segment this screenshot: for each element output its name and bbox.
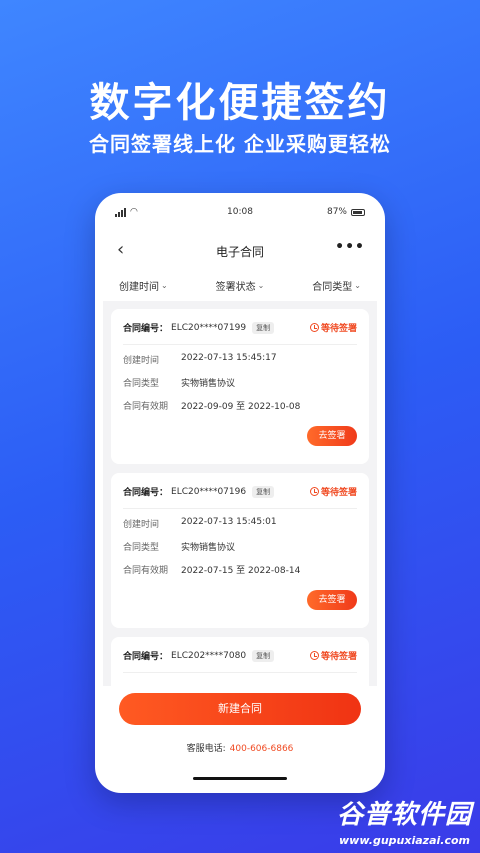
filter-label: 签署状态 <box>215 281 256 293</box>
created-value: 2022-07-13 15:45:01 <box>181 517 277 527</box>
chevron-down-icon: ⌄ <box>354 280 361 290</box>
nav-bar: ‹ 电子合同 ••• <box>95 235 385 265</box>
copy-button[interactable]: 复制 <box>252 321 275 334</box>
copy-button[interactable]: 复制 <box>252 485 275 498</box>
status-text: 等待签署 <box>320 324 357 334</box>
contract-no-label: 合同编号： <box>123 652 169 662</box>
divider <box>123 672 357 673</box>
sign-button[interactable]: 去签署 <box>307 590 357 610</box>
type-value: 实物销售协议 <box>181 379 236 389</box>
copy-button[interactable]: 复制 <box>252 649 275 662</box>
service-label: 客服电话: <box>186 744 226 754</box>
home-indicator <box>193 777 287 780</box>
validity-value: 2022-09-09 至 2022-10-08 <box>181 402 301 412</box>
created-value: 2022-07-13 15:45:17 <box>181 353 277 363</box>
type-label: 合同类型 <box>123 379 160 389</box>
contract-no-label: 合同编号： <box>123 324 169 334</box>
more-icon[interactable]: ••• <box>335 239 365 255</box>
type-label: 合同类型 <box>123 543 160 553</box>
filter-created-time[interactable]: 创建时间 ⌄ <box>119 275 168 295</box>
hero-subtitle: 合同签署线上化 企业采购更轻松 <box>89 132 391 156</box>
contract-no: ELC202****7080 <box>171 650 247 661</box>
contract-no-label: 合同编号： <box>123 488 169 498</box>
service-phone: 客服电话: 400-606-6866 <box>95 741 385 754</box>
contract-card[interactable]: 合同编号： ELC20****07199 复制 等待签署 创建时间 2022-07… <box>111 309 369 464</box>
filter-bar: 创建时间 ⌄ 签署状态 ⌄ 合同类型 ⌄ <box>95 275 385 295</box>
type-value: 实物销售协议 <box>181 543 236 553</box>
contract-card[interactable]: 合同编号： ELC202****7080 复制 等待签署 <box>111 637 369 686</box>
divider <box>123 344 357 345</box>
created-label: 创建时间 <box>123 356 160 366</box>
watermark-url: www.gupuxiazai.com <box>339 834 470 847</box>
contract-list[interactable]: 合同编号： ELC20****07199 复制 等待签署 创建时间 2022-07… <box>103 301 377 686</box>
validity-value: 2022-07-15 至 2022-08-14 <box>181 566 301 576</box>
chevron-down-icon: ⌄ <box>257 280 265 290</box>
battery-text: 87% <box>326 207 347 217</box>
new-contract-button[interactable]: 新建合同 <box>119 693 361 725</box>
filter-contract-type[interactable]: 合同类型 ⌄ <box>312 275 361 295</box>
sign-button[interactable]: 去签署 <box>307 426 357 446</box>
divider <box>123 508 357 509</box>
contract-no: ELC20****07196 <box>171 486 247 497</box>
chevron-down-icon: ⌄ <box>160 280 168 290</box>
clock-icon <box>309 487 319 496</box>
filter-sign-status[interactable]: 签署状态 ⌄ <box>216 275 265 295</box>
contract-card[interactable]: 合同编号： ELC20****07196 复制 等待签署 创建时间 2022-07… <box>111 473 369 628</box>
status-text: 等待签署 <box>320 652 357 662</box>
contract-no: ELC20****07199 <box>171 322 247 333</box>
status-badge: 等待签署 <box>309 485 357 498</box>
validity-label: 合同有效期 <box>123 402 169 412</box>
status-badge: 等待签署 <box>309 649 357 662</box>
created-label: 创建时间 <box>123 520 160 530</box>
battery-icon <box>351 208 365 216</box>
clock-icon <box>309 651 319 660</box>
validity-label: 合同有效期 <box>123 566 169 576</box>
hero-title: 数字化便捷签约 <box>89 80 391 126</box>
status-badge: 等待签署 <box>309 321 357 334</box>
filter-label: 合同类型 <box>312 281 353 293</box>
watermark-logo: 谷普软件园 <box>336 800 472 830</box>
phone-mockup: ◠ 10:08 87% ‹ 电子合同 ••• 创建时间 ⌄ 签署状态 ⌄ 合同类… <box>95 193 385 793</box>
status-bar: ◠ 10:08 87% <box>95 193 385 223</box>
filter-label: 创建时间 <box>118 281 159 293</box>
clock-icon <box>309 323 319 332</box>
service-phone-number[interactable]: 400-606-6866 <box>230 744 294 754</box>
status-text: 等待签署 <box>320 488 357 498</box>
